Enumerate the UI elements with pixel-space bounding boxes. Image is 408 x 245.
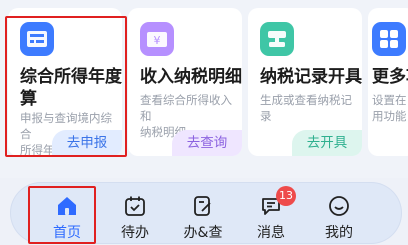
calendar-check-icon [123,194,147,218]
tab-todo[interactable]: 待办 [104,182,166,244]
issue-button[interactable]: 去开具 [292,130,362,156]
income-tax-detail-card[interactable]: ¥ 收入纳税明细 查看综合所得收入和 纳税明细 去查询 [128,8,242,156]
service-cards-area: 综合所得年度汇 算 申报与查询境内综合 所得年度汇算 去申报 ¥ 收入纳税明细 … [0,0,408,178]
wallet-yuan-icon: ¥ [140,22,174,56]
query-button[interactable]: 去查询 [172,130,242,156]
card-title: 收入纳税明细 [140,67,242,87]
tab-me[interactable]: 我的 [308,182,370,244]
card-title: 纳税记录开具 [260,67,362,87]
card-description: 生成或查看纳税记录 [260,93,352,123]
stamp-icon [260,22,294,56]
svg-text:¥: ¥ [154,34,161,47]
unread-badge: 13 [276,186,296,206]
tab-messages[interactable]: 13 消息 [240,182,302,244]
more-functions-card[interactable]: 更多功 设置在 用功能 [368,8,408,156]
tax-record-card[interactable]: 纳税记录开具 生成或查看纳税记录 去开具 [248,8,362,156]
smile-icon [327,194,351,218]
highlight-box [5,16,127,157]
grid-icon [372,22,406,56]
highlight-box [28,186,96,244]
card-title: 更多功 [372,67,408,87]
card-description: 设置在 用功能 [372,93,407,123]
tab-handle-query[interactable]: 办&查 [172,182,234,244]
document-edit-icon [191,194,215,218]
